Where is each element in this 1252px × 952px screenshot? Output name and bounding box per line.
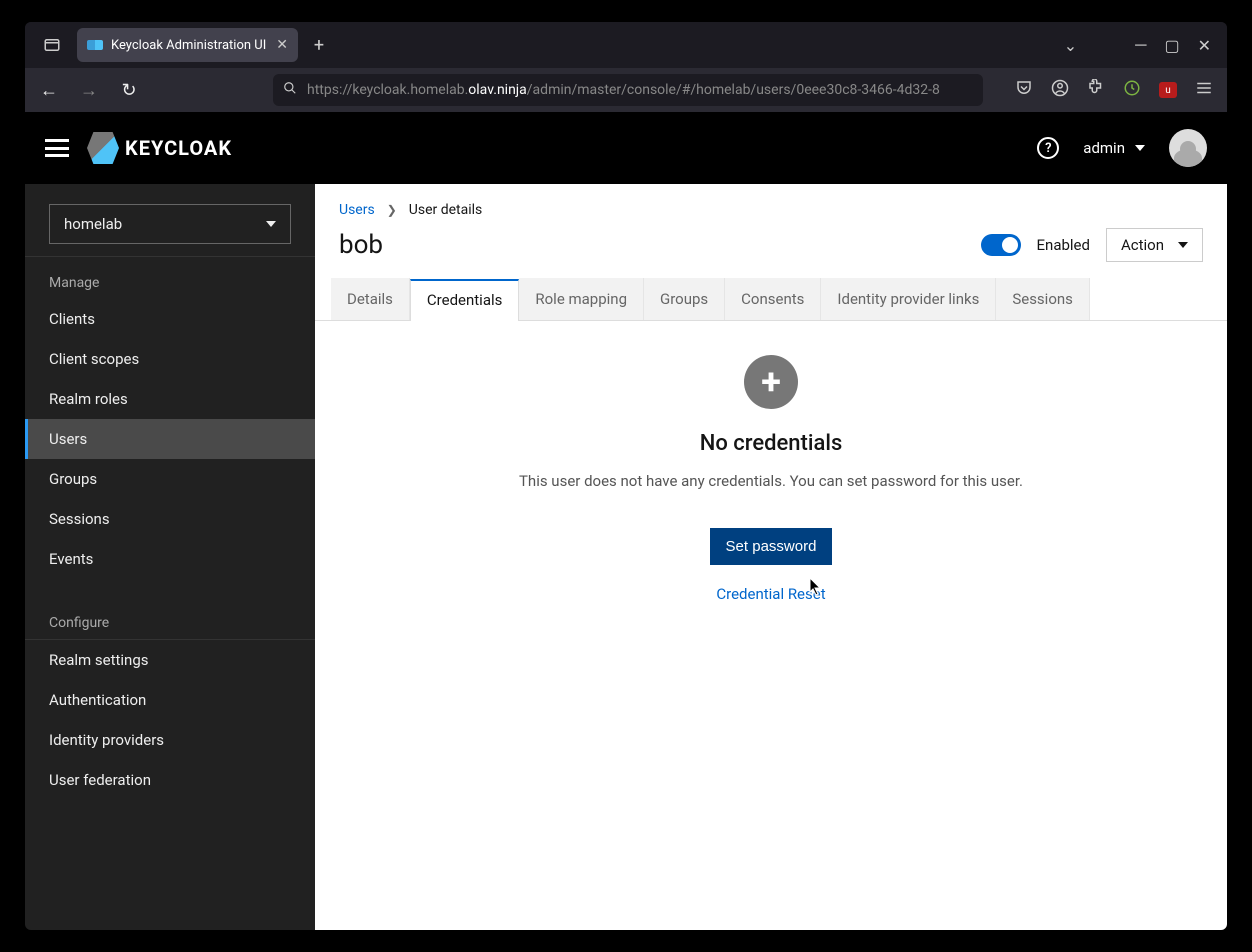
- browser-tab[interactable]: Keycloak Administration UI ✕: [77, 28, 298, 62]
- credential-reset-link[interactable]: Credential Reset: [716, 585, 825, 603]
- tab-role-mapping[interactable]: Role mapping: [519, 278, 644, 320]
- sidebar-item-events[interactable]: Events: [25, 539, 315, 579]
- url-text: https://keycloak.homelab.olav.ninja/admi…: [307, 82, 940, 98]
- sidebar-section-configure: Configure: [25, 597, 315, 639]
- sidebar-item-groups[interactable]: Groups: [25, 459, 315, 499]
- tab-consents[interactable]: Consents: [725, 278, 821, 320]
- empty-state: + No credentials This user does not have…: [315, 321, 1227, 930]
- brand-text: KEYCLOAK: [125, 136, 232, 160]
- pocket-icon[interactable]: [1015, 79, 1033, 101]
- main-content: Users ❯ User details bob Enabled Action: [315, 184, 1227, 930]
- tab-credentials[interactable]: Credentials: [410, 279, 519, 321]
- extensions-icon[interactable]: [1087, 79, 1105, 101]
- container-icon[interactable]: [33, 36, 71, 54]
- avatar[interactable]: [1169, 129, 1207, 167]
- browser-toolbar: ← → ↻ https://keycloak.homelab.olav.ninj…: [25, 68, 1227, 112]
- minimize-button[interactable]: ─: [1135, 35, 1146, 55]
- enabled-toggle[interactable]: [981, 234, 1021, 256]
- logo-icon: [87, 132, 119, 164]
- help-button[interactable]: ?: [1037, 137, 1059, 159]
- action-label: Action: [1121, 236, 1164, 254]
- shield-icon[interactable]: [1123, 79, 1141, 101]
- page-title: bob: [339, 230, 383, 260]
- set-password-button[interactable]: Set password: [710, 528, 833, 565]
- ublock-icon[interactable]: u: [1159, 82, 1177, 98]
- tab-sessions[interactable]: Sessions: [996, 278, 1090, 320]
- sidebar-item-user-federation[interactable]: User federation: [25, 760, 315, 800]
- close-tab-icon[interactable]: ✕: [276, 37, 288, 53]
- breadcrumb-current: User details: [409, 202, 483, 218]
- sidebar-item-users[interactable]: Users: [25, 419, 315, 459]
- tab-overflow-icon[interactable]: ⌄: [1064, 36, 1077, 55]
- empty-title: No credentials: [700, 431, 843, 456]
- reload-button[interactable]: ↻: [113, 80, 145, 101]
- menu-icon[interactable]: [1195, 79, 1213, 101]
- tab-identity-provider-links[interactable]: Identity provider links: [821, 278, 996, 320]
- back-button[interactable]: ←: [33, 80, 65, 101]
- user-menu[interactable]: admin: [1083, 139, 1145, 157]
- nav-toggle-button[interactable]: [45, 139, 69, 157]
- sidebar: homelab Manage Clients Client scopes Rea…: [25, 184, 315, 930]
- action-dropdown[interactable]: Action: [1106, 228, 1203, 262]
- window-controls: ⌄ ─ ▢ ✕: [1064, 35, 1219, 55]
- account-icon[interactable]: [1051, 79, 1069, 101]
- enabled-label: Enabled: [1037, 236, 1090, 254]
- sidebar-item-authentication[interactable]: Authentication: [25, 680, 315, 720]
- app-header: KEYCLOAK ? admin: [25, 112, 1227, 184]
- tabs: Details Credentials Role mapping Groups …: [315, 278, 1227, 321]
- username-label: admin: [1083, 139, 1125, 157]
- sidebar-item-identity-providers[interactable]: Identity providers: [25, 720, 315, 760]
- empty-description: This user does not have any credentials.…: [519, 472, 1023, 490]
- caret-down-icon: [266, 221, 276, 227]
- breadcrumb-users[interactable]: Users: [339, 202, 375, 218]
- sidebar-section-manage: Manage: [25, 257, 315, 299]
- tab-title: Keycloak Administration UI: [111, 38, 266, 53]
- brand-logo[interactable]: KEYCLOAK: [87, 132, 232, 164]
- realm-name: homelab: [64, 215, 122, 233]
- close-window-button[interactable]: ✕: [1198, 36, 1211, 55]
- caret-down-icon: [1178, 242, 1188, 248]
- browser-tabbar: Keycloak Administration UI ✕ + ⌄ ─ ▢ ✕: [25, 22, 1227, 68]
- realm-selector[interactable]: homelab: [49, 204, 291, 244]
- new-tab-button[interactable]: +: [304, 35, 334, 56]
- url-bar[interactable]: https://keycloak.homelab.olav.ninja/admi…: [273, 74, 983, 106]
- maximize-button[interactable]: ▢: [1164, 36, 1179, 55]
- tab-details[interactable]: Details: [331, 278, 410, 320]
- sidebar-item-realm-settings[interactable]: Realm settings: [25, 640, 315, 680]
- sidebar-item-client-scopes[interactable]: Client scopes: [25, 339, 315, 379]
- breadcrumb: Users ❯ User details: [315, 184, 1227, 224]
- sidebar-item-sessions[interactable]: Sessions: [25, 499, 315, 539]
- forward-button: →: [73, 80, 105, 101]
- plus-circle-icon: +: [744, 355, 798, 409]
- search-icon: [283, 81, 297, 99]
- chevron-right-icon: ❯: [387, 203, 397, 217]
- sidebar-item-clients[interactable]: Clients: [25, 299, 315, 339]
- tab-groups[interactable]: Groups: [644, 278, 725, 320]
- caret-down-icon: [1135, 145, 1145, 151]
- sidebar-item-realm-roles[interactable]: Realm roles: [25, 379, 315, 419]
- favicon-icon: [87, 40, 103, 50]
